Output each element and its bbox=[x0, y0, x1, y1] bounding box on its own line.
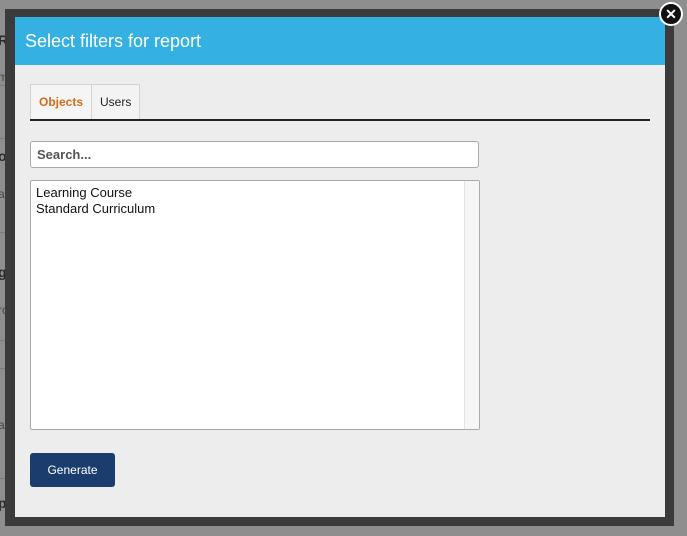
generate-button[interactable]: Generate bbox=[30, 453, 115, 487]
tab-objects[interactable]: Objects bbox=[30, 84, 93, 119]
list-item[interactable]: Learning Course bbox=[36, 185, 474, 201]
object-listbox[interactable]: Learning Course Standard Curriculum bbox=[30, 180, 480, 430]
tab-bar: Objects Users bbox=[30, 84, 650, 121]
tab-users[interactable]: Users bbox=[91, 84, 141, 119]
listbox-scrollbar[interactable] bbox=[464, 181, 479, 429]
dialog-body: Objects Users Learning Course Standard C… bbox=[15, 65, 665, 487]
close-icon[interactable]: ✕ bbox=[659, 2, 683, 26]
dialog-title: Select filters for report bbox=[25, 30, 202, 51]
dialog-header: Select filters for report bbox=[15, 17, 665, 65]
filter-dialog: Select filters for report Objects Users … bbox=[15, 17, 665, 517]
object-list: Learning Course Standard Curriculum bbox=[31, 181, 479, 221]
background-text: a bbox=[0, 418, 5, 432]
search-input[interactable] bbox=[30, 141, 479, 168]
list-item[interactable]: Standard Curriculum bbox=[36, 201, 474, 217]
